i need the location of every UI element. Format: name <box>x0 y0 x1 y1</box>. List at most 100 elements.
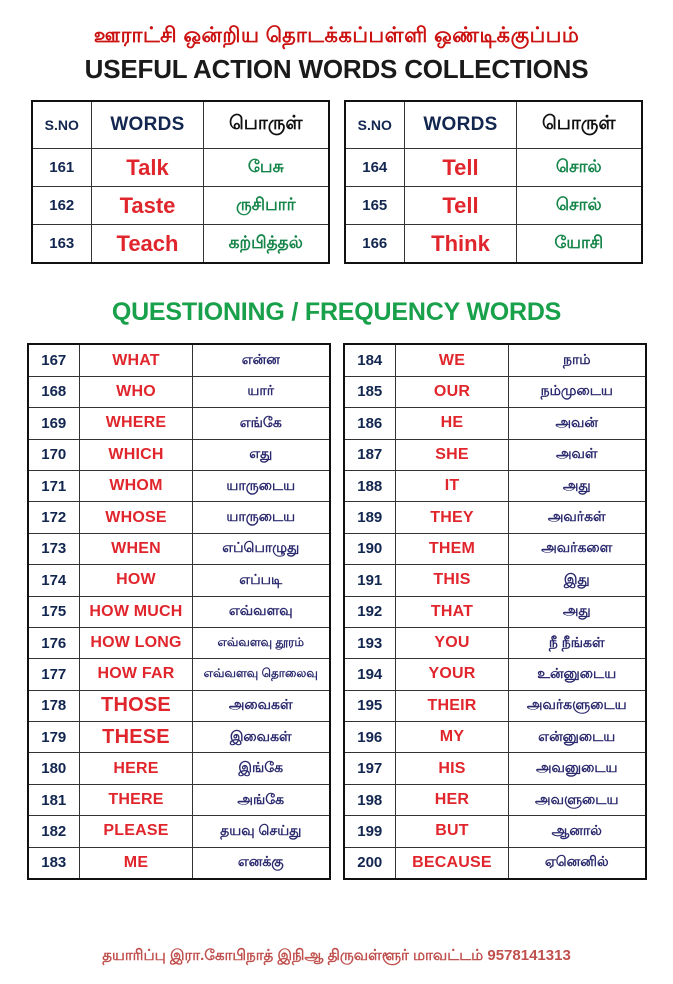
cell-meaning: அங்கே <box>192 783 330 817</box>
table-body-right: 164 Tell சொல் 165 Tell சொல் 166 Think யோ… <box>344 148 642 264</box>
table-row: 170 WHICH எது <box>27 438 330 471</box>
table-row: 195 THEIR அவர்களுடைய <box>343 689 646 723</box>
cell-sno: 190 <box>343 532 396 566</box>
cell-sno: 172 <box>27 501 80 534</box>
table-row: 165 Tell சொல் <box>344 186 642 226</box>
cell-meaning: ஆனால் <box>508 815 646 848</box>
table-row: 174 HOW எப்படி <box>27 564 330 597</box>
cell-word: HOW FAR <box>79 658 193 691</box>
action-words-table-left: S.NO WORDS பொருள் 161 Talk பேசு 162 Tast… <box>30 100 330 265</box>
cell-word: BECAUSE <box>395 846 509 880</box>
cell-meaning: எனக்கு <box>192 846 330 880</box>
column-header-words: WORDS <box>404 100 517 150</box>
table-row: 180 HERE இங்கே <box>27 752 330 785</box>
cell-word: HOW LONG <box>79 626 193 660</box>
cell-word: HE <box>395 407 509 440</box>
cell-meaning: இவைகள் <box>192 721 330 754</box>
table-row: 168 WHO யார் <box>27 375 330 409</box>
cell-meaning: நீ நீங்கள் <box>508 626 646 660</box>
cell-meaning: அவனுடைய <box>508 752 646 785</box>
cell-meaning: அவளுடைய <box>508 783 646 817</box>
cell-word: Think <box>404 224 517 264</box>
table-row: 197 HIS அவனுடைய <box>343 752 646 785</box>
cell-meaning: பேசு <box>203 148 329 188</box>
cell-sno: 191 <box>343 564 396 597</box>
cell-meaning: அவர்களை <box>508 532 646 566</box>
cell-meaning: அவர்கள் <box>508 501 646 534</box>
cell-sno: 184 <box>343 343 396 377</box>
cell-word: THEY <box>395 501 509 534</box>
cell-word: WHERE <box>79 407 193 440</box>
cell-word: WHEN <box>79 532 193 566</box>
cell-sno: 187 <box>343 438 396 471</box>
cell-sno: 167 <box>27 343 80 377</box>
cell-word: WHO <box>79 375 193 409</box>
table-row: 169 WHERE எங்கே <box>27 407 330 440</box>
school-name-tamil: ஊராட்சி ஒன்றிய தொடக்கப்பள்ளி ஒண்டிக்குப்… <box>93 24 580 47</box>
table-row: 177 HOW FAR எவ்வளவு தொலைவு <box>27 658 330 691</box>
questioning-words-table-left: 167 WHAT என்ன 168 WHO யார் 169 WHERE எங்கே 170 WHI… <box>26 343 331 881</box>
cell-sno: 185 <box>343 375 396 409</box>
cell-meaning: நம்முடைய <box>508 375 646 409</box>
cell-sno: 161 <box>31 148 92 188</box>
table-header-row: S.NO WORDS பொருள் <box>344 100 642 150</box>
cell-sno: 179 <box>27 721 80 754</box>
cell-word: HER <box>395 783 509 817</box>
column-header-sno: S.NO <box>344 100 405 150</box>
cell-meaning: அவர்களுடைய <box>508 689 646 723</box>
table-row: 172 WHOSE யாருடைய <box>27 501 330 534</box>
cell-sno: 162 <box>31 186 92 226</box>
cell-sno: 196 <box>343 721 396 754</box>
cell-sno: 173 <box>27 532 80 566</box>
cell-word: YOU <box>395 626 509 660</box>
section-title-questioning-frequency: QUESTIONING / FREQUENCY WORDS <box>111 298 562 327</box>
table-row: 191 THIS இது <box>343 564 646 597</box>
cell-meaning: இங்கே <box>192 752 330 785</box>
cell-word: ME <box>79 846 193 880</box>
cell-meaning: என்னுடைய <box>508 721 646 754</box>
cell-word: WHICH <box>79 438 193 471</box>
table-row: 198 HER அவளுடைய <box>343 783 646 817</box>
table-row: 164 Tell சொல் <box>344 148 642 188</box>
cell-meaning: சொல் <box>516 186 642 226</box>
table-row: 200 BECAUSE ஏனெனில் <box>343 846 646 880</box>
cell-word: WHOSE <box>79 501 193 534</box>
cell-meaning: அவைகள் <box>192 689 330 723</box>
cell-word: OUR <box>395 375 509 409</box>
table-row: 161 Talk பேசு <box>31 148 329 188</box>
cell-word: HOW MUCH <box>79 595 193 628</box>
cell-sno: 182 <box>27 815 80 848</box>
column-header-meaning: பொருள் <box>203 100 329 150</box>
cell-sno: 169 <box>27 407 80 440</box>
cell-word: THAT <box>395 595 509 628</box>
column-header-meaning: பொருள் <box>516 100 642 150</box>
action-words-table-right: S.NO WORDS பொருள் 164 Tell சொல் 165 Tell… <box>343 100 643 265</box>
cell-word: THIS <box>395 564 509 597</box>
cell-sno: 166 <box>344 224 405 264</box>
cell-word: Talk <box>91 148 204 188</box>
table-row: 171 WHOM யாருடைய <box>27 469 330 503</box>
cell-meaning: யாருடைய <box>192 469 330 503</box>
cell-word: IT <box>395 469 509 503</box>
cell-word: THERE <box>79 783 193 817</box>
table-header-row: S.NO WORDS பொருள் <box>31 100 329 150</box>
cell-sno: 177 <box>27 658 80 691</box>
cell-meaning: அது <box>508 469 646 503</box>
table-row: 167 WHAT என்ன <box>27 343 330 377</box>
cell-sno: 163 <box>31 224 92 264</box>
table-row: 162 Taste ருசிபார் <box>31 186 329 226</box>
table-row: 188 IT அது <box>343 469 646 503</box>
cell-sno: 186 <box>343 407 396 440</box>
cell-meaning: எவ்வளவு தொலைவு <box>192 658 330 691</box>
cell-word: BUT <box>395 815 509 848</box>
cell-word: Tell <box>404 148 517 188</box>
cell-word: THESE <box>79 721 193 754</box>
worksheet-page: ஊராட்சி ஒன்றிய தொடக்கப்பள்ளி ஒண்டிக்குப்… <box>0 24 673 984</box>
table-row: 184 WE நாம் <box>343 343 646 377</box>
cell-meaning: அவன் <box>508 407 646 440</box>
cell-meaning: சொல் <box>516 148 642 188</box>
table-body-right: 184 WE நாம் 185 OUR நம்முடைய 186 HE அவன் 187 SHE அவ… <box>343 343 646 880</box>
table-row: 182 PLEASE தயவு செய்து <box>27 815 330 848</box>
page-title: USEFUL ACTION WORDS COLLECTIONS <box>84 54 589 85</box>
cell-meaning: ருசிபார் <box>203 186 329 226</box>
